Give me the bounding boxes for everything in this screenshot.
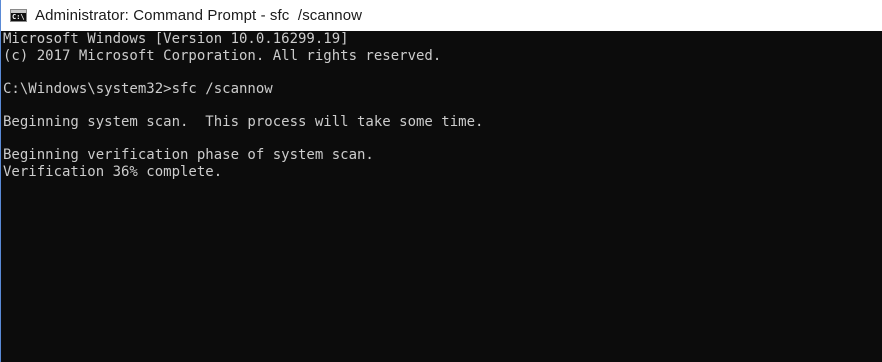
title-bar[interactable]: C:\. Administrator: Command Prompt - sfc… xyxy=(1,0,882,31)
console-line: Verification 36% complete. xyxy=(3,163,223,180)
cmd-icon-prompt: C:\. xyxy=(12,13,26,21)
console-line: Beginning verification phase of system s… xyxy=(3,147,374,164)
window-title: Administrator: Command Prompt - sfc /sca… xyxy=(35,7,363,24)
console-output[interactable]: Microsoft Windows [Version 10.0.16299.19… xyxy=(3,31,882,362)
console-line: Beginning system scan. This process will… xyxy=(3,113,484,130)
command-prompt-window[interactable]: C:\. Administrator: Command Prompt - sfc… xyxy=(0,0,882,362)
cmd-icon[interactable]: C:\. xyxy=(10,9,27,22)
console-line: C:\Windows\system32>sfc /scannow xyxy=(3,80,273,97)
console-line: (c) 2017 Microsoft Corporation. All righ… xyxy=(3,47,442,64)
console-line: Microsoft Windows [Version 10.0.16299.19… xyxy=(3,31,349,47)
